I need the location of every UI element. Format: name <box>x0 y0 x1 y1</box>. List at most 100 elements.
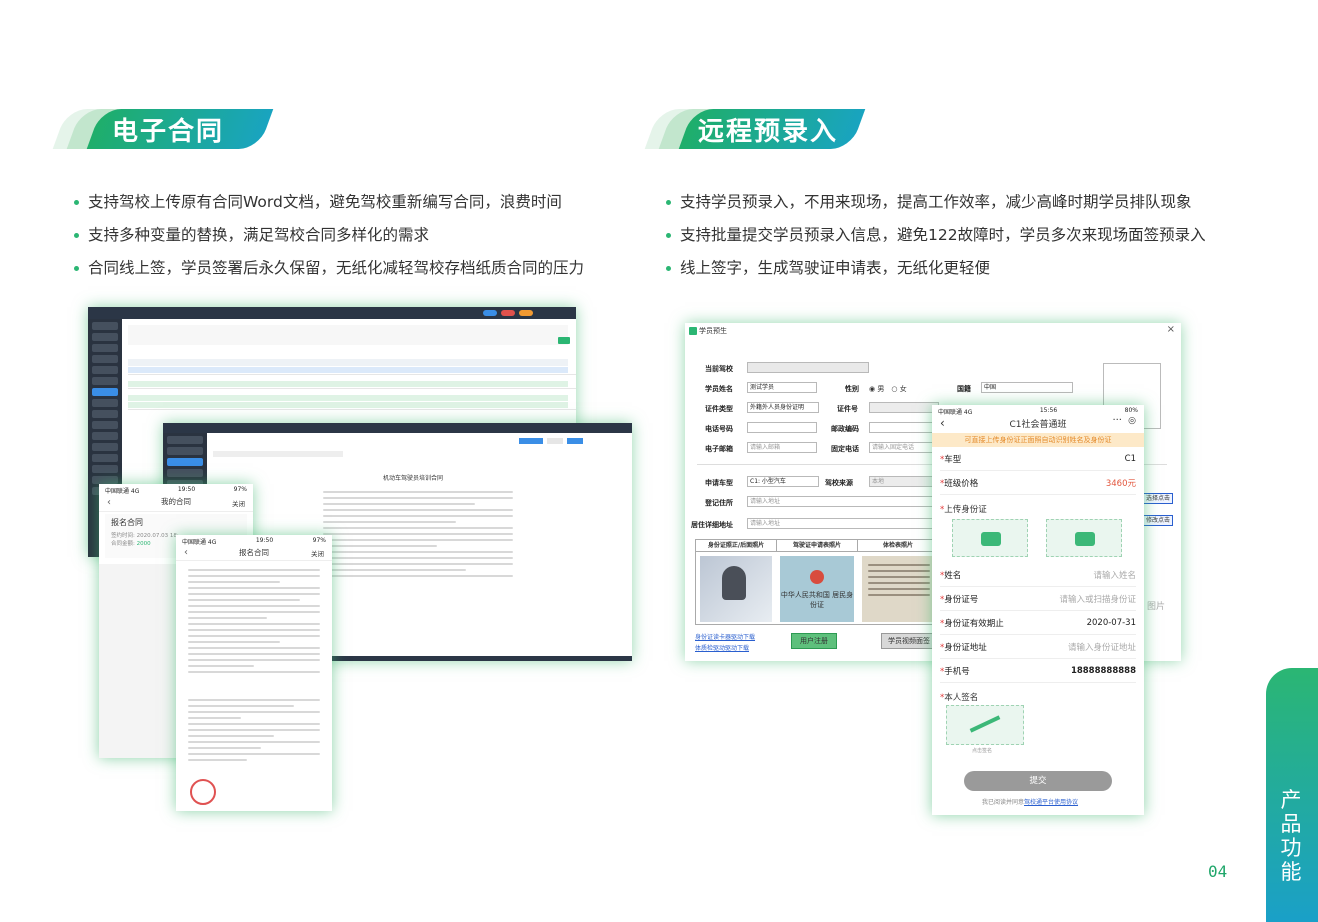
close-button[interactable]: 关闭 <box>232 498 245 508</box>
label-live-addr: 居住详细地址 <box>691 521 733 529</box>
amount-label: 合同金额: <box>111 541 135 547</box>
agreement-text: 我已阅读并同意驾校通平台使用协议 <box>982 799 1079 806</box>
name-input[interactable]: 测试学员 <box>747 382 817 393</box>
bullet-item: 支持批量提交学员预录入信息，避免122故障时，学员多次来现场面签预录入 <box>666 219 1206 252</box>
valid-date-label: 身份证有效期止 <box>940 617 1004 629</box>
left-section-title: 电子合同 <box>112 117 225 147</box>
submit-button[interactable]: 提交 <box>964 771 1112 791</box>
photo-table: 身份证照正/后面照片 驾驶证申请表照片 体检表照片 中华人民共和国 居民身份证 <box>695 539 939 625</box>
amount-value: 2000 <box>136 541 151 547</box>
address-label: 身份证地址 <box>940 641 987 653</box>
close-icon[interactable]: × <box>1167 324 1175 335</box>
time-text: 19:50 <box>255 537 274 544</box>
sign-label: *本人签名 <box>940 693 979 703</box>
camera-icon <box>981 532 1001 546</box>
email-input[interactable]: 请输入邮箱 <box>747 442 817 453</box>
back-icon[interactable]: ‹ <box>184 547 188 558</box>
address-input[interactable]: 请输入身份证地址 <box>1068 641 1136 653</box>
id-type-select[interactable]: 外籍外人员身份证明 <box>747 402 819 413</box>
license-form-photo[interactable]: 中华人民共和国 居民身份证 <box>780 556 854 622</box>
medical-form-photo[interactable] <box>862 556 936 622</box>
bullet-item: 线上签字，生成驾驶证申请表，无纸化更轻便 <box>666 252 1206 285</box>
label-id-type: 证件类型 <box>705 405 733 413</box>
upload-id-label: *上传身份证 <box>940 505 987 515</box>
label-nation: 国籍 <box>957 385 971 393</box>
phone-title: 报名合同 <box>239 548 269 557</box>
id-no-label: 身份证号 <box>940 593 978 605</box>
bullet-item: 合同线上签，学员签署后永久保留，无纸化减轻驾校存档纸质合同的压力 <box>74 252 584 285</box>
carrier-text: 中国联通 4G <box>182 539 217 546</box>
page-number: 04 <box>1208 862 1228 881</box>
back-icon[interactable]: ‹ <box>107 497 111 508</box>
mobile-value[interactable]: 18888888888 <box>1071 666 1136 676</box>
zip-input[interactable] <box>869 422 939 433</box>
time-text: 19:50 <box>177 486 196 493</box>
register-button[interactable]: 用户注册 <box>791 633 837 649</box>
sign-hint: 点击签名 <box>972 748 993 754</box>
more-icon[interactable]: ··· <box>1112 415 1122 426</box>
contract-card-title: 报名合同 <box>111 518 143 527</box>
mobile-label: 手机号 <box>940 665 970 677</box>
school-select[interactable] <box>747 362 869 373</box>
label-reg-addr: 登记住所 <box>705 499 733 507</box>
price-label: 班级价格 <box>940 477 978 489</box>
id-back-upload[interactable] <box>1046 519 1122 557</box>
car-type-label: 车型 <box>940 453 961 465</box>
id-no-input[interactable] <box>869 402 939 413</box>
label-school: 当前驾校 <box>705 365 733 373</box>
bullet-item: 支持驾校上传原有合同Word文档，避免驾校重新编写合同，浪费时间 <box>74 186 584 219</box>
photo-header: 体检表照片 <box>882 542 913 549</box>
driver-download-link[interactable]: 身份证读卡器驱动下载 <box>695 632 755 641</box>
live-addr-input[interactable]: 请输入地址 <box>747 518 937 529</box>
price-value: 3460元 <box>1105 478 1136 489</box>
contract-detail-phone: 中国联通 4G 19:50 97% ‹ 报名合同 关闭 <box>176 535 332 811</box>
label-gender: 性别 <box>845 385 859 393</box>
nation-select[interactable]: 中国 <box>981 382 1073 393</box>
right-section-title: 远程预录入 <box>698 117 839 147</box>
phone-input[interactable] <box>747 422 817 433</box>
id-front-upload[interactable] <box>952 519 1028 557</box>
bullet-item: 支持学员预录入，不用来现场，提高工作效率，减少高峰时期学员排队现象 <box>666 186 1206 219</box>
label-source: 驾校来源 <box>825 479 853 487</box>
label-car-type: 申请车型 <box>705 479 733 487</box>
id-card-text: 中华人民共和国 居民身份证 <box>780 591 854 609</box>
window-title: 学员预生 <box>699 327 727 335</box>
id-no-input[interactable]: 请输入或扫描身份证 <box>1059 593 1136 605</box>
driver-download-link[interactable]: 体质检驱动驱动下载 <box>695 643 749 652</box>
video-sign-button[interactable]: 学员视频面签 <box>881 633 937 649</box>
label-landline: 固定电话 <box>831 445 859 453</box>
camera-icon <box>1075 532 1095 546</box>
pen-icon <box>969 715 1001 733</box>
label-phone: 电话号码 <box>705 425 733 433</box>
close-button[interactable]: 关闭 <box>311 548 324 558</box>
source-select[interactable]: 本地 <box>869 476 939 487</box>
right-section-banner: 远程预录入 <box>644 109 872 149</box>
agreement-link[interactable]: 驾校通平台使用协议 <box>1024 799 1078 806</box>
gender-radio[interactable]: ◉ 男 ○ 女 <box>869 384 907 394</box>
back-icon[interactable]: ‹ <box>940 416 945 430</box>
name-label: 姓名 <box>940 569 961 581</box>
left-bullet-list: 支持驾校上传原有合同Word文档，避免驾校重新编写合同，浪费时间 支持多种变量的… <box>74 186 584 285</box>
notice-bar: 可直接上传身份证正面照自动识别姓名及身份证 <box>932 433 1144 447</box>
name-input[interactable]: 请输入姓名 <box>1093 569 1136 581</box>
left-section-banner: 电子合同 <box>52 109 280 149</box>
id-photo[interactable] <box>700 556 772 622</box>
landline-input[interactable]: 请输入固定电话 <box>869 442 939 453</box>
select-button[interactable]: 选择点击 <box>1143 493 1173 504</box>
bullet-item: 支持多种变量的替换，满足驾校合同多样化的需求 <box>74 219 584 252</box>
reg-addr-input[interactable]: 请输入地址 <box>747 496 937 507</box>
label-email: 电子邮箱 <box>705 445 733 453</box>
target-icon[interactable]: ◎ <box>1128 416 1136 426</box>
label-id-no: 证件号 <box>837 405 858 413</box>
phone-title: 我的合同 <box>161 497 191 506</box>
label-name: 学员姓名 <box>705 385 733 393</box>
phone-title: C1社会普通班 <box>1009 420 1067 430</box>
right-bullet-list: 支持学员预录入，不用来现场，提高工作效率，减少高峰时期学员排队现象 支持批量提交… <box>666 186 1206 285</box>
edit-button[interactable]: 修改点击 <box>1143 515 1173 526</box>
signature-pad[interactable] <box>946 705 1024 745</box>
photo-header: 身份证照正/后面照片 <box>696 540 777 551</box>
valid-date-value[interactable]: 2020-07-31 <box>1087 618 1136 628</box>
car-type-select[interactable]: C1: 小型汽车 <box>747 476 819 487</box>
battery-text: 80% <box>1124 407 1138 414</box>
battery-text: 97% <box>233 486 247 493</box>
